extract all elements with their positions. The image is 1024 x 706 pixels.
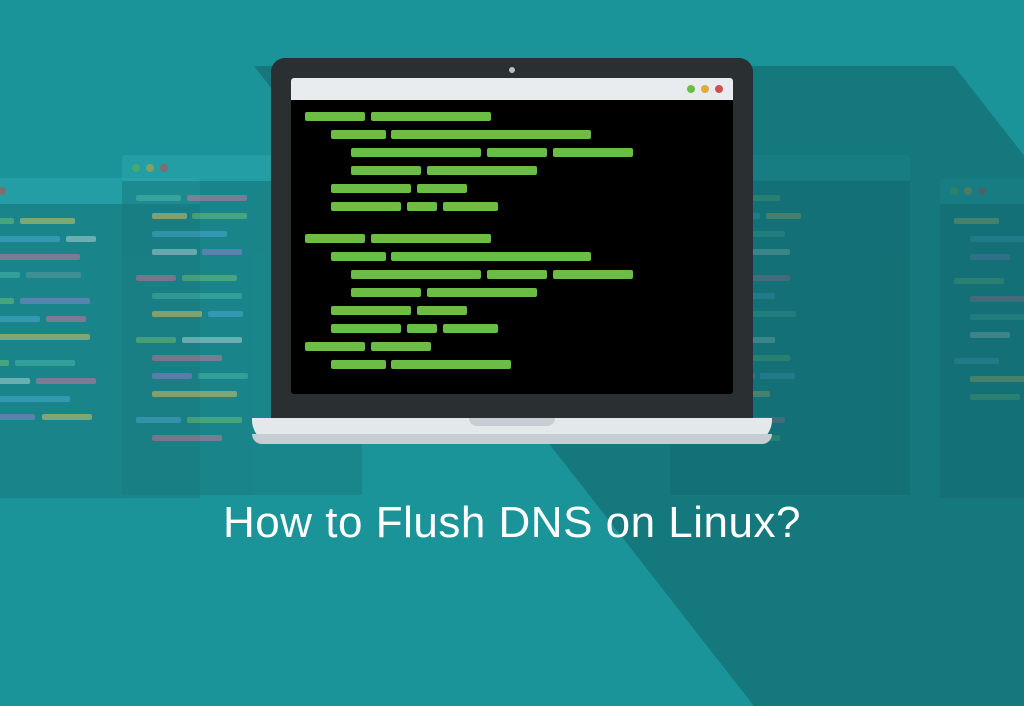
page-title: How to Flush DNS on Linux? [0, 498, 1024, 548]
terminal-code-line [487, 148, 547, 157]
code-line [187, 417, 242, 423]
code-line [136, 337, 176, 343]
terminal-code-line [427, 166, 537, 175]
terminal-code-line [391, 360, 511, 369]
terminal-code-line [371, 234, 491, 243]
maximize-icon [687, 85, 695, 93]
code-line [0, 298, 14, 304]
terminal-code-line [331, 130, 386, 139]
code-line [152, 435, 222, 441]
code-line [0, 360, 9, 366]
code-line [208, 311, 243, 317]
terminal-code-line [331, 252, 386, 261]
code-line [42, 414, 92, 420]
terminal-code-line [305, 234, 365, 243]
code-line [0, 218, 14, 224]
code-line [0, 378, 30, 384]
code-line [152, 373, 192, 379]
terminal-body [291, 100, 733, 124]
terminal-code-line [371, 342, 431, 351]
terminal-code-line [553, 148, 633, 157]
code-line [20, 298, 90, 304]
terminal-code-line [351, 270, 481, 279]
close-icon [160, 164, 168, 172]
minimize-icon [701, 85, 709, 93]
code-line [15, 360, 75, 366]
code-line [202, 249, 242, 255]
terminal-code-line [331, 360, 386, 369]
terminal-code-line [391, 130, 591, 139]
terminal-code-line [331, 184, 411, 193]
code-line [0, 236, 60, 242]
code-line [136, 275, 176, 281]
code-line [0, 334, 90, 340]
terminal-code-line [305, 342, 365, 351]
terminal-code-line [351, 288, 421, 297]
laptop-hinge-notch [469, 418, 555, 426]
terminal-code-line [407, 202, 437, 211]
terminal-code-line [351, 148, 481, 157]
terminal-code-line [351, 166, 421, 175]
webcam-icon [509, 67, 515, 73]
terminal-code-line [443, 202, 498, 211]
terminal-code-line [305, 112, 365, 121]
code-line [0, 254, 80, 260]
close-icon [715, 85, 723, 93]
code-line [182, 275, 237, 281]
terminal-code-line [427, 288, 537, 297]
code-line [192, 213, 247, 219]
terminal-code-line [487, 270, 547, 279]
close-icon [0, 187, 6, 195]
code-line [46, 316, 86, 322]
maximize-icon [132, 164, 140, 172]
terminal-code-line [391, 252, 591, 261]
terminal-code-line [331, 202, 401, 211]
terminal-code-line [331, 306, 411, 315]
code-line [182, 337, 242, 343]
code-line [152, 311, 202, 317]
laptop-keyboard [252, 418, 772, 444]
code-line [0, 316, 40, 322]
minimize-icon [146, 164, 154, 172]
code-line [0, 272, 20, 278]
laptop-illustration [252, 58, 772, 444]
code-line [187, 195, 247, 201]
code-line [152, 355, 222, 361]
code-line [136, 417, 181, 423]
code-line [198, 373, 248, 379]
code-line [36, 378, 96, 384]
code-line [66, 236, 96, 242]
code-line [0, 396, 70, 402]
terminal-titlebar [291, 78, 733, 100]
code-line [152, 249, 197, 255]
code-line [152, 391, 237, 397]
terminal-code-line [407, 324, 437, 333]
code-line [152, 293, 242, 299]
terminal-code-line [331, 324, 401, 333]
terminal-code-line [371, 112, 491, 121]
terminal-code-line [443, 324, 498, 333]
code-line [20, 218, 75, 224]
code-line [152, 231, 227, 237]
terminal-code-line [553, 270, 633, 279]
code-line [136, 195, 181, 201]
code-line [152, 213, 187, 219]
code-line [26, 272, 81, 278]
terminal-window [291, 78, 733, 394]
laptop-screen-frame [271, 58, 753, 418]
terminal-code-line [417, 306, 467, 315]
terminal-code-line [417, 184, 467, 193]
code-line [0, 414, 35, 420]
